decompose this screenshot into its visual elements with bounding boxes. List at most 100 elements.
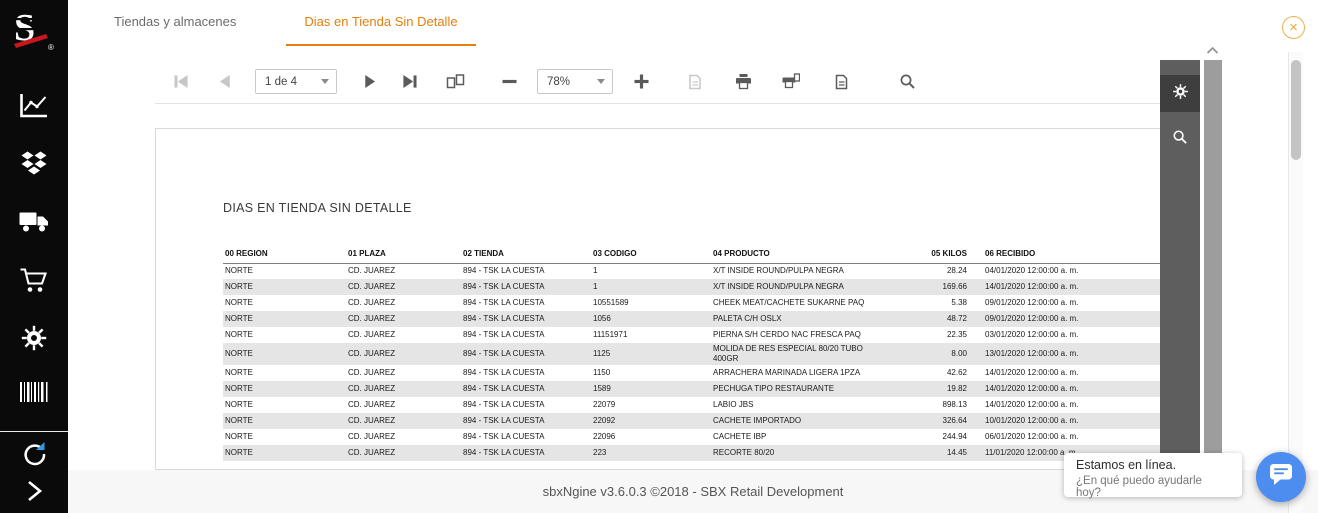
- viewer-scrollbar-thumb[interactable]: [1204, 60, 1222, 468]
- export-button[interactable]: [827, 69, 859, 95]
- table-row: NORTE CD. JUAREZ 894 - TSK LA CUESTA 1056 PA…: [223, 311, 1161, 327]
- report-page: DIAS EN TIENDA SIN DETALLE 00 REGION 01 P…: [155, 128, 1161, 470]
- table-cell: 1: [593, 266, 598, 276]
- barcode-icon: [19, 382, 49, 407]
- table-cell: 14/01/2020 12:00:00 a. m.: [969, 381, 1161, 397]
- table-row: NORTE CD. JUAREZ 894 - TSK LA CUESTA 1 X/T I…: [223, 279, 1161, 295]
- next-page-button[interactable]: [357, 69, 381, 95]
- table-row: NORTE CD. JUAREZ 894 - TSK LA CUESTA 105515…: [223, 295, 1161, 311]
- parameters-button[interactable]: [1160, 75, 1200, 112]
- close-button[interactable]: ×: [1282, 16, 1305, 39]
- report-table-header-row: 00 REGION 01 PLAZA 02 TIENDA 03 CODIGO 04 PR…: [223, 233, 1161, 264]
- table-cell: CD. JUAREZ: [346, 279, 461, 295]
- tab-tiendas-y-almacenes[interactable]: Tiendas y almacenes: [96, 0, 254, 46]
- table-cell: 326.64: [923, 413, 969, 429]
- shopping-cart-icon: [20, 268, 49, 298]
- table-cell: 1: [591, 279, 711, 295]
- chevron-down-icon: [597, 79, 605, 84]
- page-selector[interactable]: 1 de 4: [255, 69, 337, 94]
- zoom-out-button[interactable]: [497, 69, 521, 95]
- column-header: 00 REGION: [223, 233, 346, 264]
- chat-question-text: ¿En qué puedo ayudarle hoy?: [1076, 475, 1202, 499]
- column-header: 01 PLAZA: [346, 233, 461, 264]
- search-icon: [1172, 129, 1188, 150]
- tab-dias-en-tienda-sin-detalle[interactable]: Dias en Tienda Sin Detalle: [286, 0, 476, 46]
- table-cell: NORTE: [225, 432, 253, 441]
- table-cell: 09/01/2020 12:00:00 a. m.: [969, 311, 1161, 327]
- table-cell: LABIO JBS: [713, 400, 754, 409]
- table-row: NORTE CD. JUAREZ 894 - TSK LA CUESTA 1 X/T I…: [223, 263, 1161, 279]
- footer-text: sbxNgine v3.6.0.3 ©2018 - SBX Retail Dev…: [542, 484, 844, 499]
- table-cell: 8.00: [923, 343, 969, 365]
- table-cell: CD. JUAREZ: [348, 400, 396, 409]
- export-document-button[interactable]: [683, 69, 707, 95]
- chat-button[interactable]: [1256, 452, 1306, 502]
- table-cell: 14/01/2020 12:00:00 a. m.: [985, 368, 1079, 377]
- table-cell: CD. JUAREZ: [346, 445, 461, 461]
- column-header: 04 PRODUCTO: [711, 233, 923, 264]
- table-cell: CD. JUAREZ: [348, 298, 396, 307]
- table-cell: NORTE: [225, 368, 253, 377]
- chat-message-card[interactable]: Estamos en línea. ¿En qué puedo ayudarle…: [1064, 453, 1242, 499]
- page-scrollbar[interactable]: [1288, 52, 1303, 513]
- last-page-button[interactable]: [397, 69, 421, 95]
- multipage-view-button[interactable]: [443, 69, 467, 95]
- print-page-button[interactable]: [779, 69, 803, 95]
- sidebar-item-expand[interactable]: [23, 478, 45, 509]
- export-document-icon: [687, 74, 703, 90]
- sidebar-item-purchases[interactable]: [20, 267, 49, 299]
- table-cell: 22.35: [946, 330, 967, 339]
- search-button[interactable]: [895, 69, 919, 95]
- table-cell: NORTE: [223, 343, 346, 365]
- table-cell: 169.66: [923, 279, 969, 295]
- column-header: 06 RECIBIDO: [969, 233, 1161, 264]
- sidebar-item-analytics[interactable]: [19, 92, 49, 124]
- report-title: DIAS EN TIENDA SIN DETALLE: [223, 201, 412, 215]
- table-cell: NORTE: [223, 381, 346, 397]
- table-cell: 14/01/2020 12:00:00 a. m.: [985, 400, 1079, 409]
- table-cell: 1150: [593, 368, 611, 377]
- table-row: NORTE CD. JUAREZ 894 - TSK LA CUESTA 1589 PE…: [223, 381, 1161, 397]
- sidebar-item-inventory[interactable]: [21, 151, 48, 181]
- zoom-in-button[interactable]: [629, 69, 653, 95]
- table-cell: NORTE: [225, 400, 253, 409]
- table-cell: NORTE: [225, 330, 253, 339]
- panel-search-button[interactable]: [1160, 121, 1200, 158]
- tab-bar: Tiendas y almacenes Dias en Tienda Sin D…: [68, 0, 1318, 46]
- scroll-up-caret[interactable]: [1206, 42, 1219, 60]
- print-button[interactable]: [731, 69, 755, 95]
- previous-page-button[interactable]: [213, 69, 237, 95]
- table-cell: PALETA C/H OSLX: [711, 311, 923, 327]
- table-cell: 894 - TSK LA CUESTA: [463, 368, 545, 377]
- table-cell: NORTE: [223, 311, 346, 327]
- report-toolbar: 1 de 4 78%: [155, 60, 1160, 104]
- page-scrollbar-thumb[interactable]: [1291, 60, 1301, 160]
- viewer-scrollbar[interactable]: [1204, 60, 1222, 470]
- sidebar-item-barcode[interactable]: [19, 381, 49, 408]
- report-table: 00 REGION 01 PLAZA 02 TIENDA 03 CODIGO 04 PR…: [223, 233, 1161, 461]
- sidebar: S ®: [0, 0, 68, 513]
- sidebar-item-settings[interactable]: [20, 324, 48, 357]
- table-cell: 11151971: [593, 330, 628, 339]
- table-cell: 898.13: [942, 400, 967, 409]
- boxes-icon: [21, 151, 48, 180]
- sidebar-item-logistics[interactable]: [19, 209, 50, 238]
- table-cell: 244.94: [942, 432, 967, 441]
- table-cell: 894 - TSK LA CUESTA: [461, 413, 591, 429]
- sidebar-divider: [0, 431, 68, 432]
- first-page-button[interactable]: [169, 69, 193, 95]
- table-cell: 1589: [591, 381, 711, 397]
- table-cell: CD. JUAREZ: [348, 330, 396, 339]
- table-cell: 1056: [591, 311, 711, 327]
- table-cell: 10/01/2020 12:00:00 a. m.: [969, 413, 1161, 429]
- table-cell: X/T INSIDE ROUND/PULPA NEGRA: [713, 266, 844, 276]
- chevron-down-icon: [321, 79, 329, 84]
- table-cell: 5.38: [951, 298, 967, 307]
- zoom-selector[interactable]: 78%: [537, 69, 613, 94]
- table-cell: NORTE: [223, 445, 346, 461]
- table-cell: PECHUGA TIPO RESTAURANTE: [711, 381, 923, 397]
- print-icon: [735, 73, 752, 90]
- sidebar-item-refresh[interactable]: [21, 440, 48, 472]
- table-cell: 894 - TSK LA CUESTA: [463, 330, 545, 339]
- chat-status-text: Estamos en línea.: [1076, 458, 1177, 472]
